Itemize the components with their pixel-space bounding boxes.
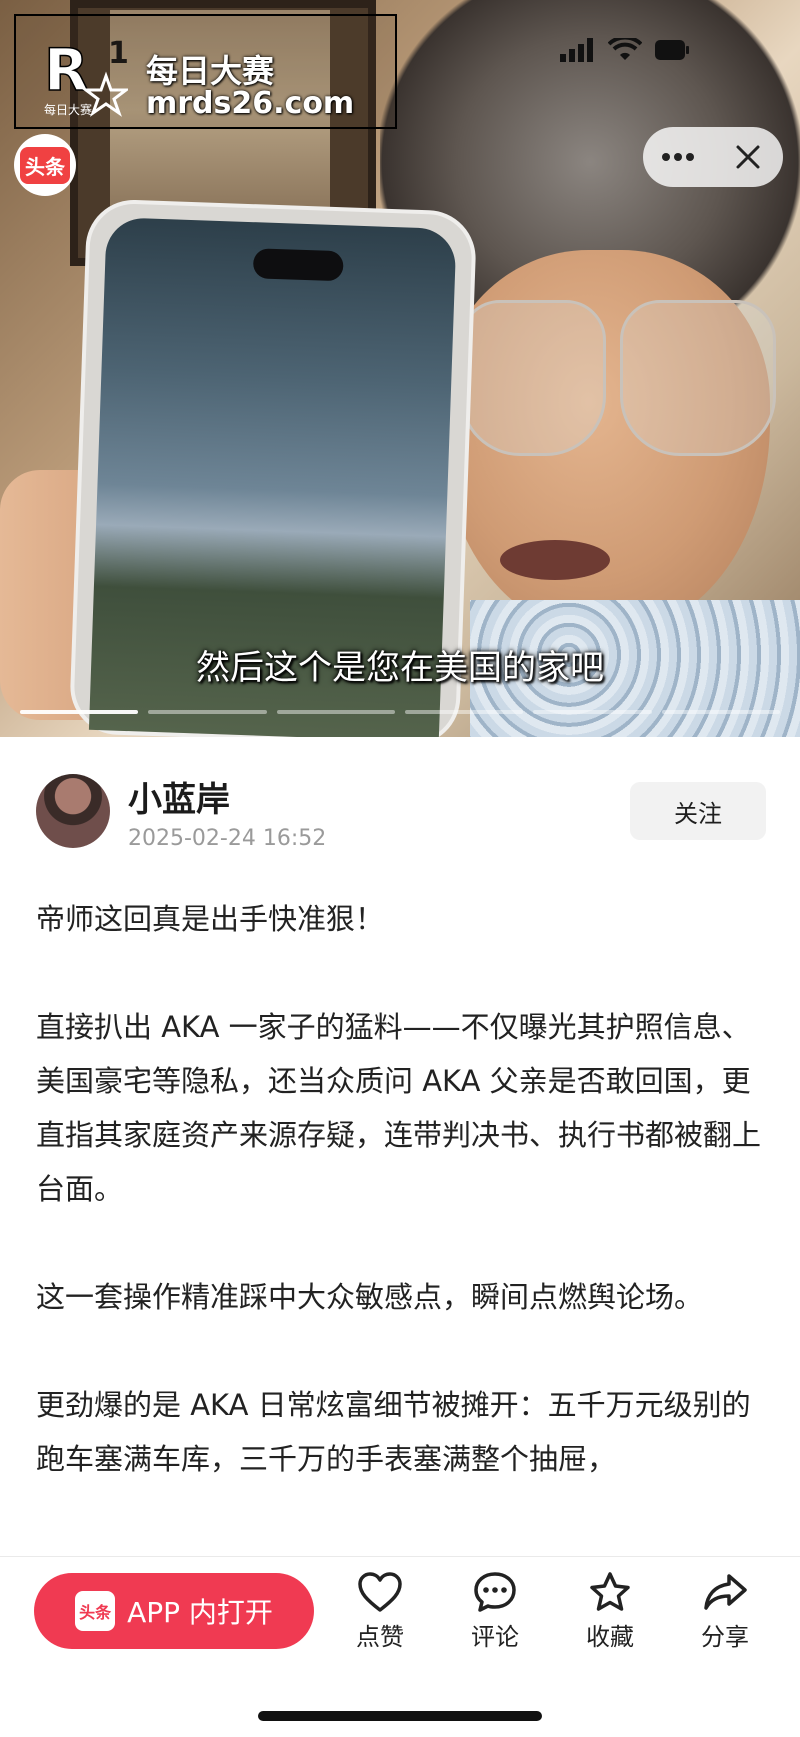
glasses-left-lens bbox=[460, 300, 606, 456]
home-indicator[interactable] bbox=[258, 1711, 542, 1721]
article-paragraph: 更劲爆的是 AKA 日常炫富细节被摊开：五千万元级别的跑车塞满车库，三千万的手表… bbox=[36, 1388, 751, 1476]
comment-button[interactable]: 评论 bbox=[450, 1571, 540, 1652]
watermark-logo: R 每日大赛 bbox=[43, 35, 128, 117]
progress-segment bbox=[276, 710, 395, 714]
article-paragraph: 这一套操作精准踩中大众敏感点，瞬间点燃舆论场。 bbox=[36, 1280, 704, 1314]
like-button[interactable]: 点赞 bbox=[335, 1571, 425, 1652]
article-paragraph: 帝师这回真是出手快准狠！ bbox=[36, 902, 385, 936]
person-mouth bbox=[500, 540, 610, 580]
progress-segment bbox=[404, 710, 524, 714]
progress-segment bbox=[20, 710, 139, 714]
toutiao-app-logo: 头条 bbox=[75, 1591, 116, 1631]
site-watermark: R 每日大赛 每日大赛 mrds26.com bbox=[14, 14, 397, 129]
favorite-label: 收藏 bbox=[586, 1623, 634, 1651]
toutiao-source-badge: 头条 bbox=[14, 134, 76, 196]
phone-dynamic-island bbox=[252, 248, 344, 282]
author-avatar[interactable] bbox=[36, 774, 110, 848]
video-progress bbox=[20, 710, 780, 714]
more-button[interactable] bbox=[653, 137, 703, 177]
article-body: 帝师这回真是出手快准狠！ 直接扒出 AKA 一家子的猛料——不仅曝光其护照信息、… bbox=[36, 892, 766, 1540]
toutiao-badge-label: 头条 bbox=[20, 146, 70, 184]
star-icon bbox=[590, 1572, 630, 1611]
bottom-action-bar: 头条 APP 内打开 点赞 评论 收藏 分享 bbox=[0, 1556, 800, 1737]
video-subtitle: 然后这个是您在美国的家吧 bbox=[196, 648, 604, 688]
progress-segment bbox=[661, 710, 780, 714]
close-icon bbox=[736, 145, 760, 169]
svg-text:R: R bbox=[44, 36, 89, 104]
close-button[interactable] bbox=[723, 137, 773, 177]
watermark-url: mrds26.com bbox=[146, 86, 355, 121]
comment-icon bbox=[474, 1572, 516, 1612]
status-icons bbox=[560, 38, 690, 62]
svg-text:每日大赛: 每日大赛 bbox=[44, 102, 92, 117]
like-label: 点赞 bbox=[356, 1623, 404, 1651]
open-in-app-label: APP 内打开 bbox=[127, 1596, 273, 1629]
heart-icon bbox=[358, 1572, 402, 1612]
progress-segment bbox=[148, 710, 267, 714]
wifi-icon bbox=[608, 38, 642, 60]
video-player[interactable]: 然后这个是您在美国的家吧 1 R 每日大赛 每日大赛 mrds26.com 头条 bbox=[0, 0, 800, 737]
glasses-right-lens bbox=[620, 300, 776, 456]
progress-segment bbox=[533, 710, 652, 714]
comment-label: 评论 bbox=[471, 1623, 519, 1651]
follow-button[interactable]: 关注 bbox=[630, 782, 766, 840]
share-button[interactable]: 分享 bbox=[680, 1571, 770, 1652]
post-timestamp: 2025-02-24 16:52 bbox=[128, 826, 327, 851]
author-name[interactable]: 小蓝岸 bbox=[128, 772, 230, 821]
share-icon bbox=[704, 1574, 747, 1610]
more-dots-icon bbox=[662, 153, 694, 161]
article-paragraph: 直接扒出 AKA 一家子的猛料——不仅曝光其护照信息、美国豪宅等隐私，还当众质问… bbox=[36, 1010, 762, 1206]
signal-icon bbox=[560, 38, 593, 62]
battery-icon bbox=[655, 40, 689, 60]
mini-program-capsule bbox=[643, 127, 783, 187]
favorite-button[interactable]: 收藏 bbox=[565, 1571, 655, 1652]
share-label: 分享 bbox=[701, 1623, 749, 1651]
open-in-app-button[interactable]: 头条 APP 内打开 bbox=[34, 1573, 314, 1649]
